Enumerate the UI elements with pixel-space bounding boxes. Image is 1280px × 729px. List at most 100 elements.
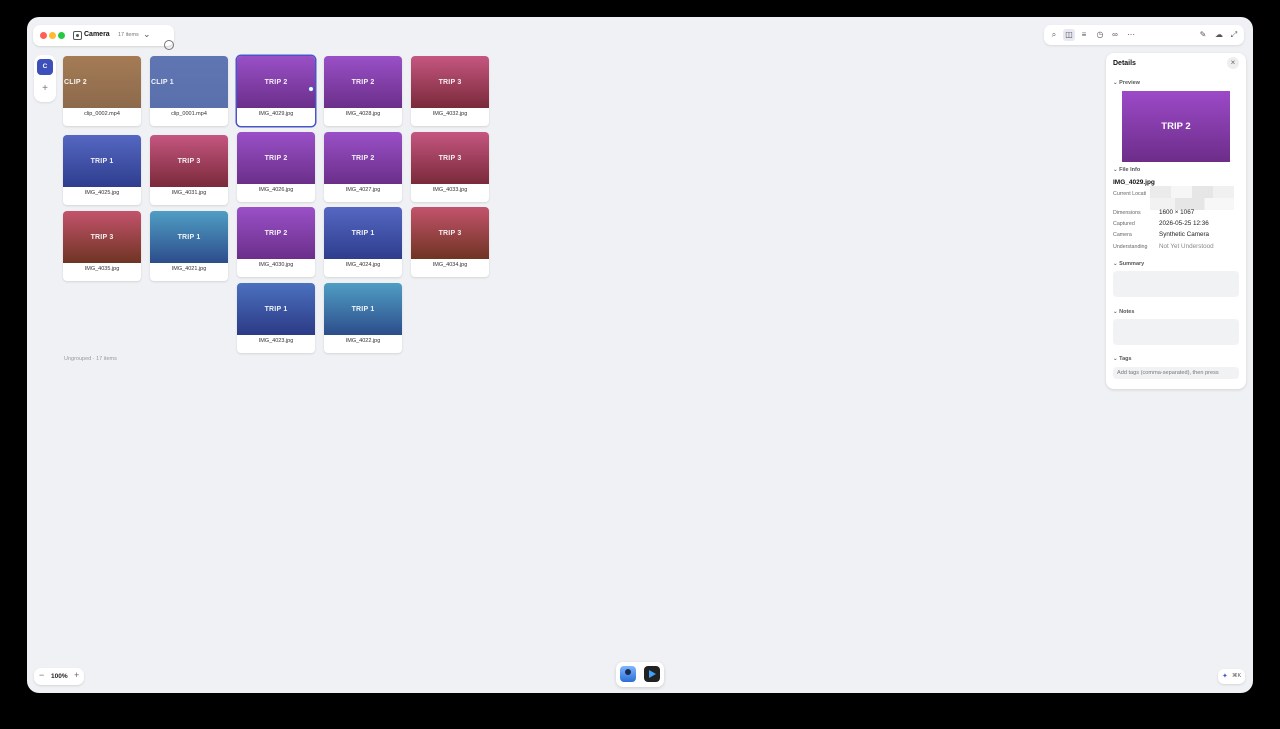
camera-app-icon[interactable]	[620, 666, 636, 682]
thumbnail: TRIP 3	[150, 135, 228, 187]
summary-field[interactable]	[1113, 271, 1239, 297]
thumbnail: TRIP 2	[324, 56, 402, 108]
tags-input[interactable]	[1113, 367, 1239, 379]
close-details-button[interactable]: ×	[1227, 57, 1239, 69]
file-name: IMG_4029.jpg	[258, 111, 294, 117]
zoom-level: 100%	[51, 673, 68, 680]
command-palette-button[interactable]: ✦ ⌘K	[1218, 669, 1245, 684]
grid-tile[interactable]: TRIP 3 IMG_4035.jpg	[63, 211, 141, 281]
group-label: Ungrouped · 17 items	[64, 356, 117, 362]
grid-tile[interactable]: CLIP 2 clip_0002.mp4	[63, 56, 141, 126]
search-icon[interactable]: ⌕	[1048, 29, 1060, 41]
understanding-value: Not Yet Understood	[1159, 243, 1214, 250]
zoom-window-button[interactable]	[58, 32, 65, 39]
file-name: IMG_4021.jpg	[171, 266, 207, 272]
thumbnail: TRIP 1	[324, 283, 402, 335]
grid-tile[interactable]: TRIP 3 IMG_4031.jpg	[150, 135, 228, 205]
list-icon[interactable]: ≡	[1078, 29, 1090, 41]
understanding-label: Understanding	[1113, 244, 1148, 250]
file-name: IMG_4026.jpg	[258, 187, 294, 193]
expand-icon[interactable]: ⤢	[1228, 29, 1240, 41]
settings-button[interactable]	[160, 36, 176, 52]
file-info-section-toggle[interactable]: ⌄ File Info	[1113, 167, 1140, 173]
camera-label: Camera	[1113, 232, 1132, 238]
grid-tile[interactable]: CLIP 1 clip_0001.mp4	[150, 56, 228, 126]
file-name: IMG_4023.jpg	[258, 338, 294, 344]
grid-tile[interactable]: TRIP 2 IMG_4027.jpg	[324, 132, 402, 202]
more-icon[interactable]: ⋯	[1125, 29, 1137, 41]
grid-tile-selected[interactable]: TRIP 2 IMG_4029.jpg	[237, 56, 315, 126]
file-name: IMG_4022.jpg	[345, 338, 381, 344]
grid-tile[interactable]: TRIP 3 IMG_4032.jpg	[411, 56, 489, 126]
thumbnail: TRIP 2	[237, 207, 315, 259]
captured-label: Captured	[1113, 221, 1135, 227]
thumbnail: CLIP 1	[150, 56, 228, 108]
file-name: IMG_4031.jpg	[171, 190, 207, 196]
sidebar-toggle-icon[interactable]: ◫	[1063, 29, 1075, 41]
thumbnail: TRIP 1	[63, 135, 141, 187]
camera-value: Synthetic Camera	[1159, 231, 1210, 238]
thumbnail: TRIP 2	[237, 56, 315, 108]
file-name-value: IMG_4029.jpg	[1113, 179, 1155, 186]
add-collection-button[interactable]: +	[39, 83, 51, 95]
minimize-window-button[interactable]	[49, 32, 56, 39]
file-name: IMG_4034.jpg	[432, 262, 468, 268]
collection-button[interactable]: C	[37, 59, 53, 75]
resize-handle[interactable]	[308, 86, 314, 92]
app-title: Camera	[84, 31, 110, 38]
thumbnail: TRIP 1	[150, 211, 228, 263]
summary-section-toggle[interactable]: ⌄ Summary	[1113, 261, 1144, 267]
file-name: IMG_4030.jpg	[258, 262, 294, 268]
title-bar: Camera 17 items ⌄	[33, 25, 174, 50]
file-name: IMG_4025.jpg	[84, 190, 120, 196]
preview-image: TRIP 2	[1122, 91, 1230, 162]
player-app-icon[interactable]	[644, 666, 660, 682]
file-name: clip_0002.mp4	[84, 111, 120, 117]
link-icon[interactable]: ∞	[1109, 29, 1121, 41]
dimensions-value: 1600 × 1067	[1159, 209, 1195, 216]
sparkle-icon: ✦	[1222, 673, 1228, 680]
chevron-down-icon[interactable]: ⌄	[143, 29, 151, 40]
thumbnail: CLIP 2	[63, 56, 141, 108]
zoom-in-button[interactable]: +	[74, 670, 79, 680]
grid-tile[interactable]: TRIP 3 IMG_4034.jpg	[411, 207, 489, 277]
thumbnail: TRIP 1	[237, 283, 315, 335]
zoom-out-button[interactable]: −	[39, 670, 44, 680]
file-name: IMG_4035.jpg	[84, 266, 120, 272]
grid-tile[interactable]: TRIP 3 IMG_4033.jpg	[411, 132, 489, 202]
file-name: clip_0001.mp4	[171, 111, 207, 117]
history-icon[interactable]: ◷	[1094, 29, 1106, 41]
thumbnail: TRIP 3	[411, 207, 489, 259]
collection-rail: C +	[34, 55, 56, 102]
notes-section-toggle[interactable]: ⌄ Notes	[1113, 309, 1134, 315]
details-title: Details	[1113, 60, 1136, 67]
grid-tile[interactable]: TRIP 1 IMG_4022.jpg	[324, 283, 402, 353]
thumbnail: TRIP 3	[411, 56, 489, 108]
edit-icon[interactable]: ✎	[1197, 29, 1209, 41]
current-location-label: Current Locati	[1113, 191, 1147, 197]
grid-tile[interactable]: TRIP 1 IMG_4024.jpg	[324, 207, 402, 277]
grid-tile[interactable]: TRIP 2 IMG_4028.jpg	[324, 56, 402, 126]
details-panel: Details × ⌄ Preview TRIP 2 ⌄ File Info I…	[1106, 53, 1246, 389]
close-window-button[interactable]	[40, 32, 47, 39]
app-window: Camera 17 items ⌄ C + CLIP 2 clip_0002.m…	[27, 17, 1253, 693]
item-count: 17 items	[118, 32, 139, 38]
tags-section-toggle[interactable]: ⌄ Tags	[1113, 356, 1132, 362]
thumbnail: TRIP 3	[411, 132, 489, 184]
file-name: IMG_4027.jpg	[345, 187, 381, 193]
grid-tile[interactable]: TRIP 2 IMG_4030.jpg	[237, 207, 315, 277]
thumbnail: TRIP 2	[237, 132, 315, 184]
grid-tile[interactable]: TRIP 1 IMG_4021.jpg	[150, 211, 228, 281]
captured-value: 2026-05-25 12:36	[1159, 220, 1209, 227]
app-dock	[616, 662, 664, 687]
grid-tile[interactable]: TRIP 2 IMG_4026.jpg	[237, 132, 315, 202]
grid-tile[interactable]: TRIP 1 IMG_4025.jpg	[63, 135, 141, 205]
grid-tile[interactable]: TRIP 1 IMG_4023.jpg	[237, 283, 315, 353]
cloud-icon[interactable]: ☁	[1213, 29, 1225, 41]
file-name: IMG_4028.jpg	[345, 111, 381, 117]
file-name: IMG_4032.jpg	[432, 111, 468, 117]
notes-field[interactable]	[1113, 319, 1239, 345]
preview-section-toggle[interactable]: ⌄ Preview	[1113, 80, 1140, 86]
thumbnail: TRIP 1	[324, 207, 402, 259]
zoom-control: − 100% +	[34, 668, 84, 685]
